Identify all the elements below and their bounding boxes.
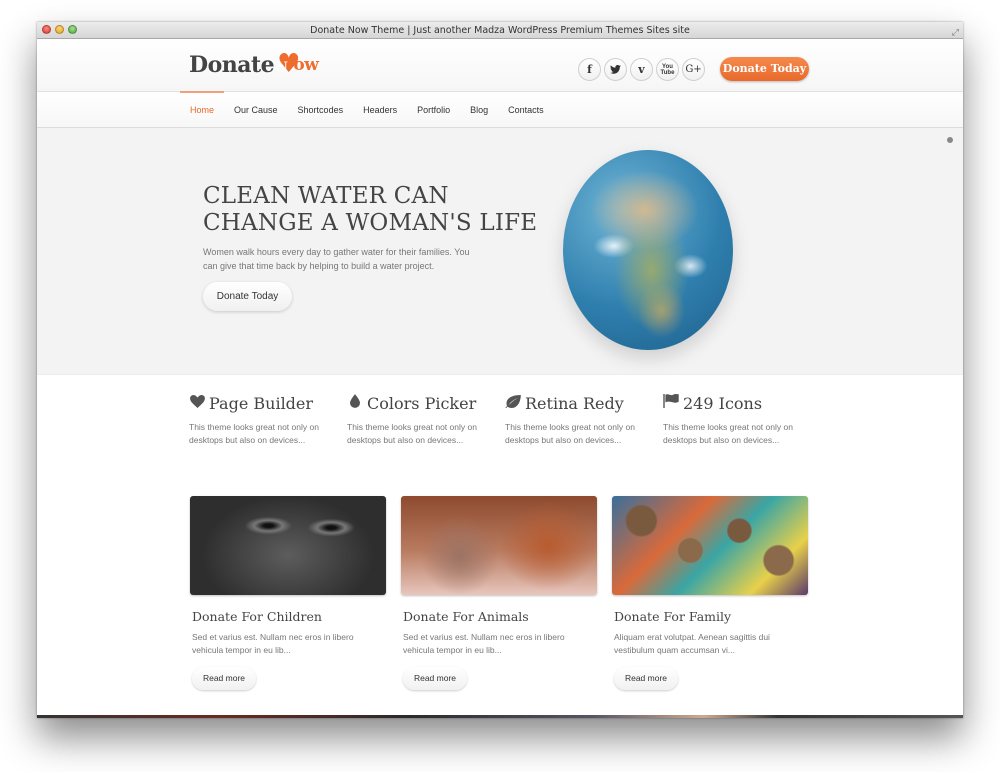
feature-description: This theme looks great not only on deskt… [189, 422, 319, 445]
globe-image [563, 150, 733, 350]
drop-icon [347, 394, 363, 412]
social-links: f v You Tube G+ [578, 58, 705, 81]
logo-accent-letter: N [275, 59, 288, 75]
site-logo[interactable]: Donate ♥ N ow [189, 51, 319, 78]
nav-item-shortcodes[interactable]: Shortcodes [288, 92, 354, 128]
window-title: Donate Now Theme | Just another Madza Wo… [310, 25, 690, 36]
hero-title-line1: CLEAN WATER CAN [203, 183, 449, 209]
feature-249-icons: 249 Icons This theme looks great not onl… [663, 392, 821, 447]
browser-window: Donate Now Theme | Just another Madza Wo… [37, 22, 963, 718]
card-description: Aliquam erat volutpat. Aenean sagittis d… [614, 632, 770, 655]
site-header: Donate ♥ N ow f v You Tube G+ Donate Tod… [37, 39, 963, 91]
hero-slider: CLEAN WATER CAN CHANGE A WOMAN'S LIFE Wo… [37, 128, 963, 375]
flag-icon [663, 394, 679, 412]
read-more-button[interactable]: Read more [614, 667, 678, 690]
child-photo[interactable] [190, 496, 386, 595]
feature-description: This theme looks great not only on deskt… [347, 422, 477, 445]
hero-title: CLEAN WATER CAN CHANGE A WOMAN'S LIFE [203, 183, 537, 237]
nav-item-our-cause[interactable]: Our Cause [224, 92, 288, 128]
family-photo[interactable] [612, 496, 808, 595]
feature-title: Page Builder [189, 392, 347, 414]
donation-cards: Donate For Children Sed et varius est. N… [190, 496, 808, 690]
donate-today-header-button[interactable]: Donate Today [720, 57, 809, 81]
feature-page-builder: Page Builder This theme looks great not … [189, 392, 347, 447]
hero-donate-button[interactable]: Donate Today [203, 282, 292, 311]
nav-item-blog[interactable]: Blog [460, 92, 498, 128]
feature-description: This theme looks great not only on deskt… [505, 422, 635, 445]
elephants-photo[interactable] [401, 496, 597, 595]
card-description: Sed et varius est. Nullam nec eros in li… [192, 632, 354, 655]
card-title[interactable]: Donate For Animals [403, 609, 597, 624]
feature-title-text: Colors Picker [367, 393, 477, 413]
zoom-window-button[interactable] [68, 25, 77, 34]
hero-text: Women walk hours every day to gather wat… [203, 247, 470, 271]
card-description: Sed et varius est. Nullam nec eros in li… [403, 632, 565, 655]
footer-image-strip [37, 715, 963, 718]
feature-colors-picker: Colors Picker This theme looks great not… [347, 392, 505, 447]
card-donate-for-children: Donate For Children Sed et varius est. N… [190, 496, 386, 690]
feature-retina-redy: Retina Redy This theme looks great not o… [505, 392, 663, 447]
feature-title-text: 249 Icons [683, 393, 763, 413]
feature-title: 249 Icons [663, 392, 821, 414]
vimeo-icon[interactable]: v [630, 58, 653, 81]
card-donate-for-animals: Donate For Animals Sed et varius est. Nu… [401, 496, 597, 690]
nav-item-home[interactable]: Home [180, 91, 225, 128]
feature-title-text: Retina Redy [525, 393, 624, 413]
google-plus-icon[interactable]: G+ [682, 58, 705, 81]
heart-icon [189, 394, 205, 412]
feature-title: Colors Picker [347, 392, 505, 414]
logo-accent: N ow [276, 55, 319, 75]
card-title[interactable]: Donate For Children [192, 609, 386, 624]
feature-description: This theme looks great not only on deskt… [663, 422, 793, 445]
minimize-window-button[interactable] [55, 25, 64, 34]
youtube-icon[interactable]: You Tube [656, 58, 679, 81]
read-more-button[interactable]: Read more [403, 667, 467, 690]
hero-title-line2: CHANGE A WOMAN'S LIFE [203, 210, 538, 236]
title-bar: Donate Now Theme | Just another Madza Wo… [37, 22, 963, 39]
facebook-icon[interactable]: f [578, 58, 601, 81]
feature-title: Retina Redy [505, 392, 663, 414]
logo-accent-rest: ow [293, 55, 319, 75]
leaf-icon [505, 394, 521, 412]
logo-text: Donate [189, 52, 275, 78]
window-controls [42, 25, 77, 34]
feature-title-text: Page Builder [209, 393, 314, 413]
slider-pagination-dot[interactable] [947, 137, 953, 143]
read-more-button[interactable]: Read more [192, 667, 256, 690]
twitter-icon[interactable] [604, 58, 627, 81]
features-row: Page Builder This theme looks great not … [189, 392, 821, 447]
nav-item-portfolio[interactable]: Portfolio [407, 92, 460, 128]
card-donate-for-family: Donate For Family Aliquam erat volutpat.… [612, 496, 808, 690]
earth-globe [563, 150, 733, 350]
close-window-button[interactable] [42, 25, 51, 34]
card-title[interactable]: Donate For Family [614, 609, 808, 624]
nav-item-headers[interactable]: Headers [353, 92, 407, 128]
main-navigation: Home Our Cause Shortcodes Headers Portfo… [37, 91, 963, 138]
nav-item-contacts[interactable]: Contacts [498, 92, 554, 128]
